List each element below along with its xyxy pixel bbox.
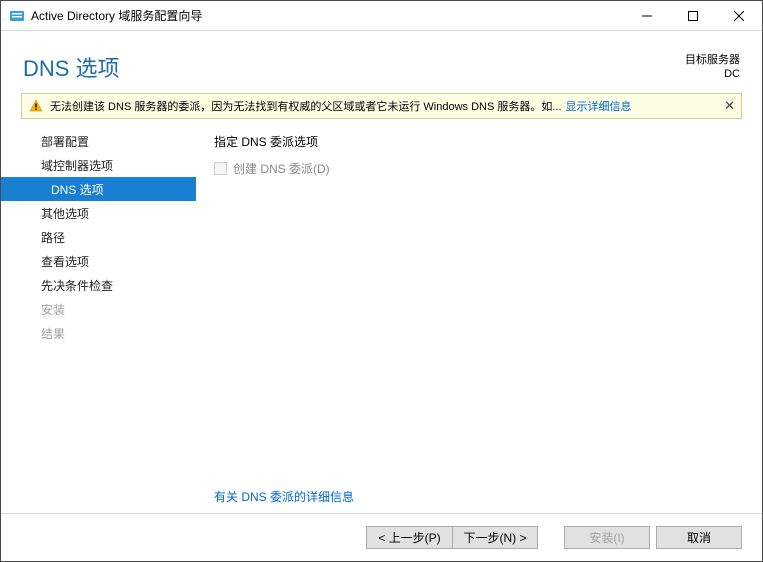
nav-button-group: < 上一步(P) 下一步(N) > bbox=[366, 526, 538, 549]
create-delegation-checkbox bbox=[214, 162, 227, 175]
window-controls bbox=[624, 1, 762, 31]
target-server-info: 目标服务器 DC bbox=[685, 51, 740, 80]
cancel-button[interactable]: 取消 bbox=[656, 526, 742, 549]
footer: < 上一步(P) 下一步(N) > 安装(I) 取消 bbox=[1, 513, 762, 561]
maximize-button[interactable] bbox=[670, 1, 716, 31]
titlebar: Active Directory 域服务配置向导 bbox=[1, 1, 762, 31]
next-button[interactable]: 下一步(N) > bbox=[452, 526, 538, 549]
window-title: Active Directory 域服务配置向导 bbox=[31, 7, 624, 24]
sidebar-item-deployment[interactable]: 部署配置 bbox=[1, 129, 196, 153]
sidebar-item-results: 结果 bbox=[1, 321, 196, 345]
page-title: DNS 选项 bbox=[23, 51, 685, 83]
warning-icon bbox=[28, 98, 44, 114]
sidebar-item-prereq[interactable]: 先决条件检查 bbox=[1, 273, 196, 297]
dns-delegation-info-link[interactable]: 有关 DNS 委派的详细信息 bbox=[214, 488, 742, 505]
target-value: DC bbox=[685, 68, 740, 80]
install-button: 安装(I) bbox=[564, 526, 650, 549]
sidebar-item-dc-options[interactable]: 域控制器选项 bbox=[1, 153, 196, 177]
target-label: 目标服务器 bbox=[685, 51, 740, 67]
sidebar-item-review[interactable]: 查看选项 bbox=[1, 249, 196, 273]
create-delegation-row: 创建 DNS 委派(D) bbox=[214, 160, 742, 177]
sidebar-item-install: 安装 bbox=[1, 297, 196, 321]
previous-button[interactable]: < 上一步(P) bbox=[366, 526, 452, 549]
create-delegation-label: 创建 DNS 委派(D) bbox=[233, 160, 330, 177]
header: DNS 选项 目标服务器 DC bbox=[1, 31, 762, 91]
minimize-button[interactable] bbox=[624, 1, 670, 31]
sidebar: 部署配置 域控制器选项 DNS 选项 其他选项 路径 查看选项 先决条件检查 安… bbox=[1, 125, 196, 513]
sidebar-item-dns-options[interactable]: DNS 选项 bbox=[1, 177, 196, 201]
main-panel: 指定 DNS 委派选项 创建 DNS 委派(D) 有关 DNS 委派的详细信息 bbox=[196, 125, 762, 513]
body: 部署配置 域控制器选项 DNS 选项 其他选项 路径 查看选项 先决条件检查 安… bbox=[1, 125, 762, 513]
warning-text: 无法创建该 DNS 服务器的委派，因为无法找到有权威的父区域或者它未运行 Win… bbox=[50, 98, 562, 114]
close-button[interactable] bbox=[716, 1, 762, 31]
warning-details-link[interactable]: 显示详细信息 bbox=[566, 98, 632, 114]
wizard-window: Active Directory 域服务配置向导 DNS 选项 目标服务器 DC… bbox=[0, 0, 763, 562]
warning-close-icon[interactable]: ✕ bbox=[724, 98, 735, 114]
warning-bar: 无法创建该 DNS 服务器的委派，因为无法找到有权威的父区域或者它未运行 Win… bbox=[21, 93, 742, 119]
sidebar-item-paths[interactable]: 路径 bbox=[1, 225, 196, 249]
section-label: 指定 DNS 委派选项 bbox=[214, 133, 742, 150]
app-icon bbox=[9, 8, 25, 24]
sidebar-item-additional[interactable]: 其他选项 bbox=[1, 201, 196, 225]
